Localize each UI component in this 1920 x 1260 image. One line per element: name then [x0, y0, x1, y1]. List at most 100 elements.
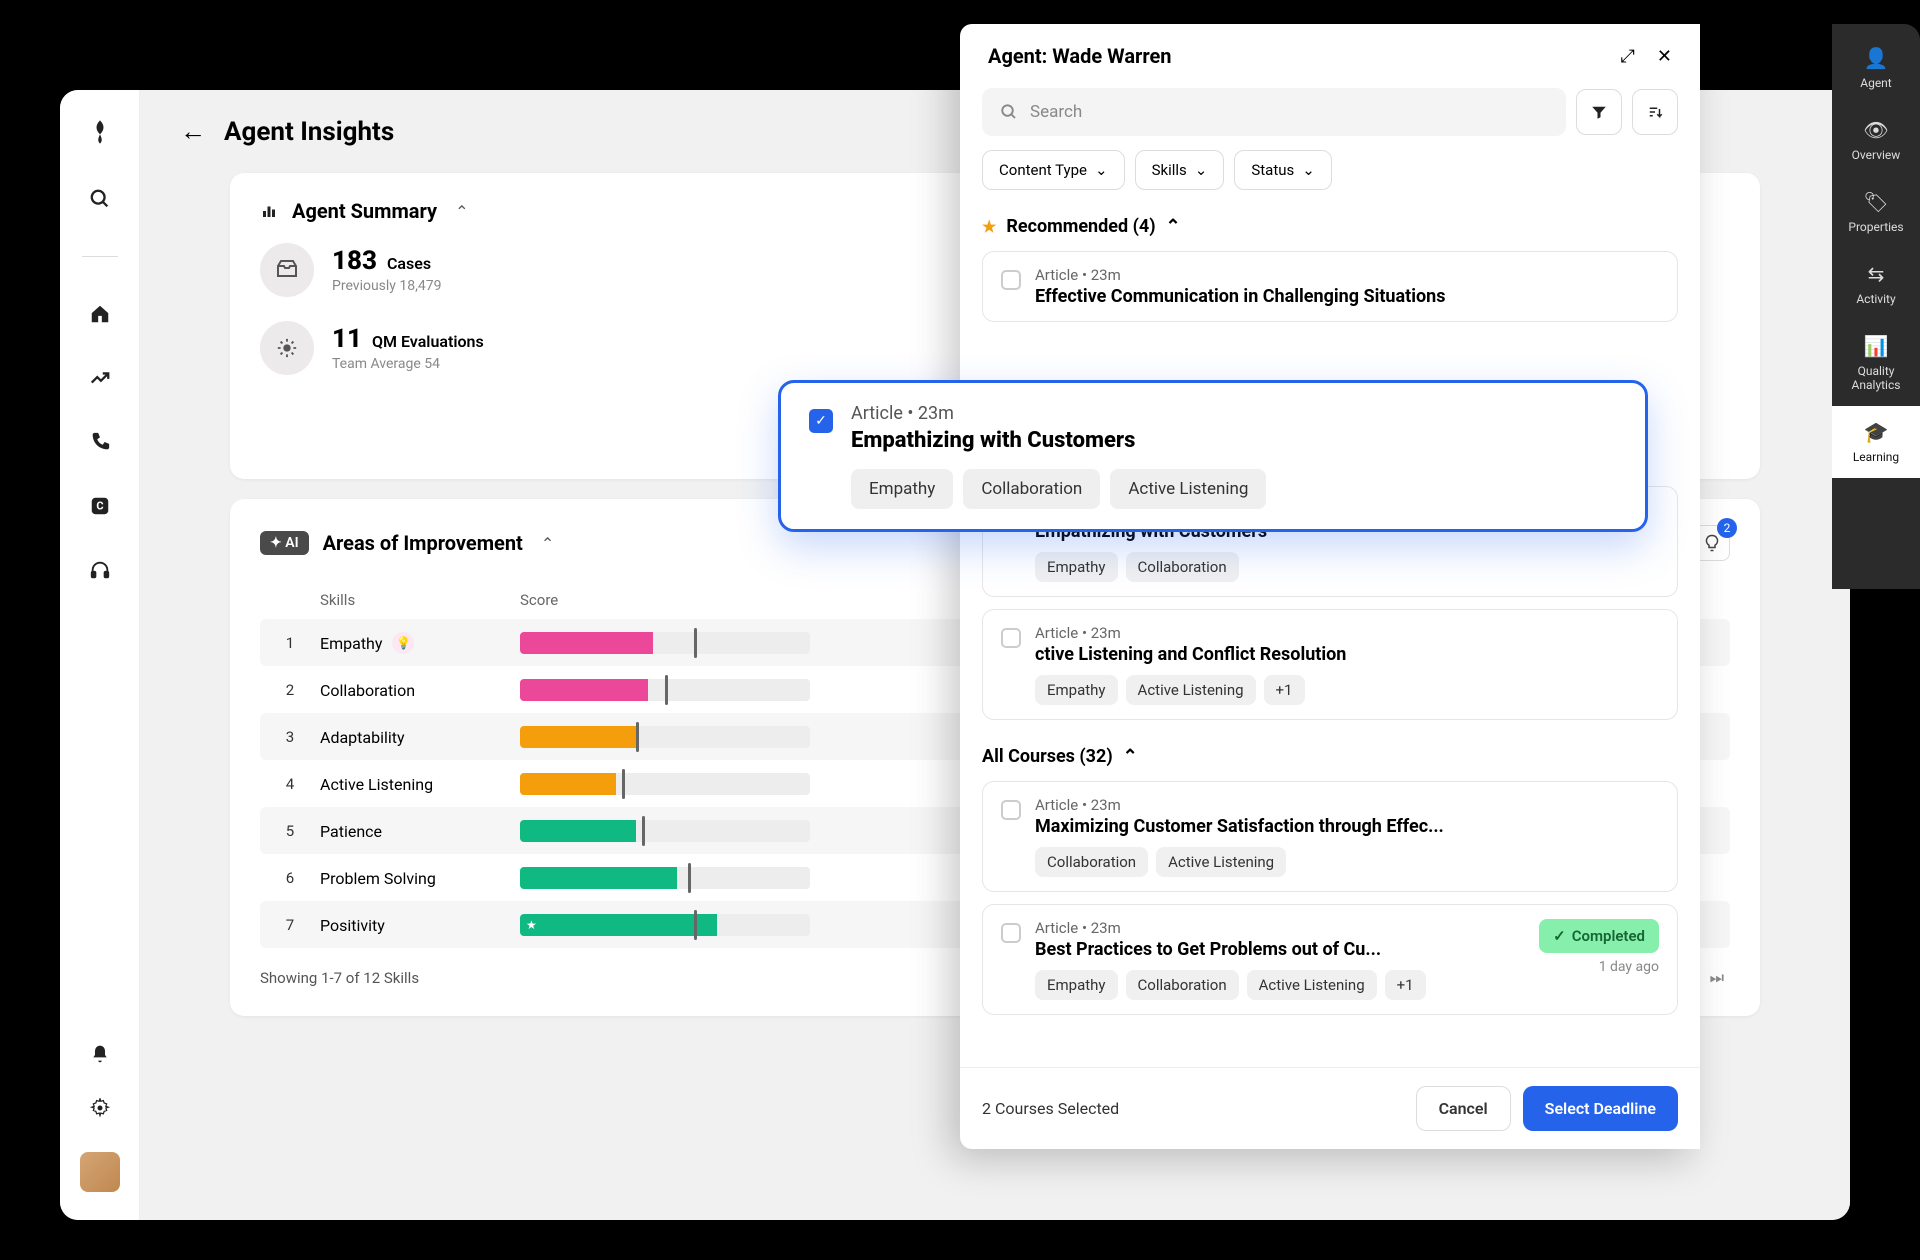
- panel-header: Agent: Wade Warren ⤢ ✕: [960, 24, 1700, 88]
- metric-cases: 183 Cases Previously 18,479: [260, 243, 975, 297]
- improvement-title: Areas of Improvement: [323, 531, 523, 555]
- filter-pills: Content Type ⌄ Skills ⌄ Status ⌄: [960, 150, 1700, 208]
- panel-title: Agent: Wade Warren: [988, 44, 1172, 68]
- tab-properties[interactable]: 🏷Properties: [1832, 176, 1920, 248]
- filter-content-type[interactable]: Content Type ⌄: [982, 150, 1125, 190]
- search-icon: [1000, 103, 1018, 121]
- chevron-up-icon: ⌃: [541, 534, 554, 553]
- filter-status[interactable]: Status ⌄: [1234, 150, 1331, 190]
- skill-tag: Empathy: [851, 469, 953, 509]
- skill-name: Active Listening: [320, 775, 520, 794]
- course-checkbox[interactable]: [1001, 270, 1021, 290]
- close-icon[interactable]: ✕: [1657, 46, 1672, 67]
- skill-name: Positivity: [320, 916, 520, 935]
- score-bar: [520, 632, 810, 654]
- search-icon[interactable]: [89, 188, 111, 210]
- course-title: Empathizing with Customers: [851, 428, 1266, 453]
- phone-icon[interactable]: [89, 431, 111, 453]
- course-checkbox-checked[interactable]: ✓: [809, 409, 833, 433]
- course-checkbox[interactable]: [1001, 923, 1021, 943]
- chevron-up-icon: ⌃: [1123, 746, 1138, 767]
- score-bar: [520, 726, 810, 748]
- cases-value: 183: [332, 246, 377, 276]
- skill-tag: Collaboration: [1035, 847, 1148, 877]
- recommended-header[interactable]: ★ Recommended (4) ⌃: [960, 208, 1700, 251]
- course-meta: Article • 23m: [1035, 796, 1659, 814]
- skill-tag: Collaboration: [1126, 552, 1239, 582]
- all-courses-list: Article • 23m Maximizing Customer Satisf…: [960, 781, 1700, 1015]
- bell-icon[interactable]: [90, 1044, 110, 1064]
- all-courses-header[interactable]: All Courses (32) ⌃: [960, 738, 1700, 781]
- filter-button[interactable]: [1576, 89, 1622, 135]
- course-meta: Article • 23m: [1035, 919, 1525, 937]
- bulb-icon: 💡: [392, 632, 414, 654]
- analytics-icon[interactable]: [89, 367, 111, 389]
- search-row: Search: [960, 88, 1700, 150]
- score-bar: ★: [520, 914, 810, 936]
- left-sidebar: C: [60, 90, 140, 1220]
- ai-badge: ✦ AI: [260, 531, 309, 555]
- tab-quality-analytics[interactable]: 📊Quality Analytics: [1832, 320, 1920, 406]
- page-last-icon[interactable]: ⏭: [1704, 966, 1730, 990]
- back-arrow-icon[interactable]: ←: [180, 116, 206, 147]
- skill-name: Collaboration: [320, 681, 520, 700]
- filter-skills[interactable]: Skills ⌄: [1135, 150, 1225, 190]
- settings-icon[interactable]: [90, 1098, 110, 1118]
- cases-sub: Previously 18,479: [332, 278, 442, 294]
- score-bar: [520, 820, 810, 842]
- skill-name: Empathy 💡: [320, 632, 520, 654]
- course-title: Effective Communication in Challenging S…: [1035, 286, 1659, 307]
- completed-date: 1 day ago: [1539, 959, 1659, 975]
- course-title: Maximizing Customer Satisfaction through…: [1035, 816, 1659, 837]
- tab-overview[interactable]: 👁Overview: [1832, 104, 1920, 176]
- skill-tag: Active Listening: [1247, 970, 1377, 1000]
- svg-text:C: C: [96, 500, 103, 513]
- cancel-button[interactable]: Cancel: [1416, 1086, 1511, 1131]
- tab-activity[interactable]: ⇆Activity: [1832, 248, 1920, 320]
- user-avatar[interactable]: [80, 1152, 120, 1192]
- showing-text: Showing 1-7 of 12 Skills: [260, 969, 419, 987]
- sort-button[interactable]: [1632, 89, 1678, 135]
- highlighted-course[interactable]: ✓ Article • 23m Empathizing with Custome…: [778, 380, 1648, 532]
- search-input[interactable]: Search: [982, 88, 1566, 136]
- course-item[interactable]: Article • 23m Maximizing Customer Satisf…: [982, 781, 1678, 892]
- skill-rank: 4: [260, 775, 320, 793]
- case-icon[interactable]: C: [89, 495, 111, 517]
- tab-agent[interactable]: 👤Agent: [1832, 32, 1920, 104]
- skill-rank: 6: [260, 869, 320, 887]
- course-item[interactable]: Article • 23m Effective Communication in…: [982, 251, 1678, 322]
- course-checkbox[interactable]: [1001, 628, 1021, 648]
- skill-tag: Empathy: [1035, 552, 1118, 582]
- qm-sub: Team Average 54: [332, 356, 484, 372]
- headset-icon[interactable]: [89, 559, 111, 581]
- sidebar-bottom: [80, 1044, 120, 1220]
- skill-tag: Empathy: [1035, 675, 1118, 705]
- star-icon: ★: [982, 217, 996, 236]
- expand-icon[interactable]: ⤢: [1621, 46, 1635, 67]
- skill-name: Patience: [320, 822, 520, 841]
- skill-tag: Active Listening: [1156, 847, 1286, 877]
- course-checkbox[interactable]: [1001, 800, 1021, 820]
- skill-tag: +1: [1385, 970, 1426, 1000]
- course-item[interactable]: Article • 23m ctive Listening and Confli…: [982, 609, 1678, 720]
- skill-name: Adaptability: [320, 728, 520, 747]
- star-icon: ★: [526, 918, 537, 932]
- chevron-down-icon: ⌄: [1195, 161, 1208, 179]
- sidebar-divider: [82, 256, 118, 257]
- right-tab-strip: 👤Agent 👁Overview 🏷Properties ⇆Activity 📊…: [1832, 24, 1920, 589]
- home-icon[interactable]: [89, 303, 111, 325]
- skill-rank: 3: [260, 728, 320, 746]
- completed-badge: ✓ Completed: [1539, 919, 1659, 953]
- summary-title: Agent Summary: [292, 199, 437, 223]
- course-meta: Article • 23m: [1035, 624, 1659, 642]
- lightbulb-badge: 2: [1717, 518, 1737, 538]
- app-logo: [86, 118, 114, 146]
- skill-tag: Collaboration: [1126, 970, 1239, 1000]
- select-deadline-button[interactable]: Select Deadline: [1523, 1086, 1678, 1131]
- chevron-down-icon: ⌄: [1095, 161, 1108, 179]
- tab-learning[interactable]: 🎓Learning: [1832, 406, 1920, 478]
- inbox-icon: [260, 243, 314, 297]
- qm-label: QM Evaluations: [372, 332, 484, 351]
- score-bar: [520, 679, 810, 701]
- course-item[interactable]: Article • 23m Best Practices to Get Prob…: [982, 904, 1678, 1015]
